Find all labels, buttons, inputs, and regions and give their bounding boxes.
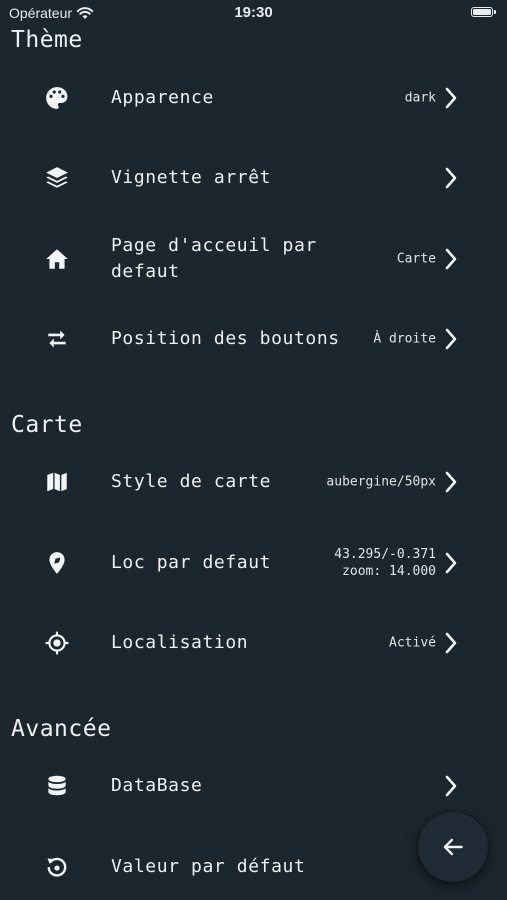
style-carte-label: Style de carte [111, 471, 272, 492]
chevron-right-icon [445, 328, 457, 350]
location-compass-icon [43, 549, 71, 577]
vignette-label: Vignette arrêt [111, 167, 272, 188]
section-title-theme: Thème [11, 27, 83, 53]
database-label: DataBase [111, 775, 203, 796]
settings-row-accueil[interactable]: Page d'acceuil par defaut Carte [0, 231, 507, 287]
section-title-avancee: Avancée [11, 716, 112, 742]
loc-defaut-label: Loc par defaut [111, 552, 272, 573]
apparence-value: dark [404, 90, 436, 106]
map-icon [43, 468, 71, 496]
settings-row-apparence[interactable]: Apparence dark [0, 70, 507, 126]
settings-row-style-carte[interactable]: Style de carte aubergine/50px [0, 454, 507, 510]
valeur-defaut-label: Valeur par défaut [111, 856, 306, 877]
settings-row-database[interactable]: DataBase [0, 758, 507, 814]
back-button[interactable] [418, 812, 488, 882]
boutons-label: Position des boutons [111, 328, 340, 349]
chevron-right-icon [445, 248, 457, 270]
settings-row-localisation[interactable]: Localisation Activé [0, 615, 507, 671]
palette-icon [43, 84, 71, 112]
database-icon [43, 772, 71, 800]
gps-target-icon [43, 629, 71, 657]
boutons-value: À droite [373, 331, 436, 347]
chevron-right-icon [445, 632, 457, 654]
chevron-right-icon [445, 552, 457, 574]
apparence-label: Apparence [111, 87, 214, 108]
settings-row-vignette[interactable]: Vignette arrêt [0, 150, 507, 206]
localisation-value: Activé [389, 635, 436, 651]
loc-defaut-value: 43.295/-0.371 zoom: 14.000 [334, 546, 436, 580]
swap-arrows-icon [43, 325, 71, 353]
status-bar: Opérateur 19:30 [0, 0, 507, 26]
restore-icon [43, 853, 71, 881]
layers-icon [43, 164, 71, 192]
loc-coordinates: 43.295/-0.371 [334, 547, 436, 562]
status-time: 19:30 [234, 4, 273, 21]
accueil-value: Carte [396, 251, 436, 267]
chevron-right-icon [445, 167, 457, 189]
chevron-right-icon [445, 775, 457, 797]
style-carte-value: aubergine/50px [326, 474, 436, 490]
settings-row-loc-defaut[interactable]: Loc par defaut 43.295/-0.371 zoom: 14.00… [0, 535, 507, 591]
settings-row-boutons[interactable]: Position des boutons À droite [0, 311, 507, 367]
arrow-left-icon [443, 838, 463, 856]
section-title-carte: Carte [11, 412, 83, 438]
chevron-right-icon [445, 87, 457, 109]
loc-zoom: zoom: 14.000 [342, 564, 436, 579]
accueil-label: Page d'acceuil par defaut [111, 235, 317, 282]
home-icon [43, 245, 71, 273]
chevron-right-icon [445, 471, 457, 493]
localisation-label: Localisation [111, 632, 249, 653]
battery-icon [471, 7, 496, 17]
